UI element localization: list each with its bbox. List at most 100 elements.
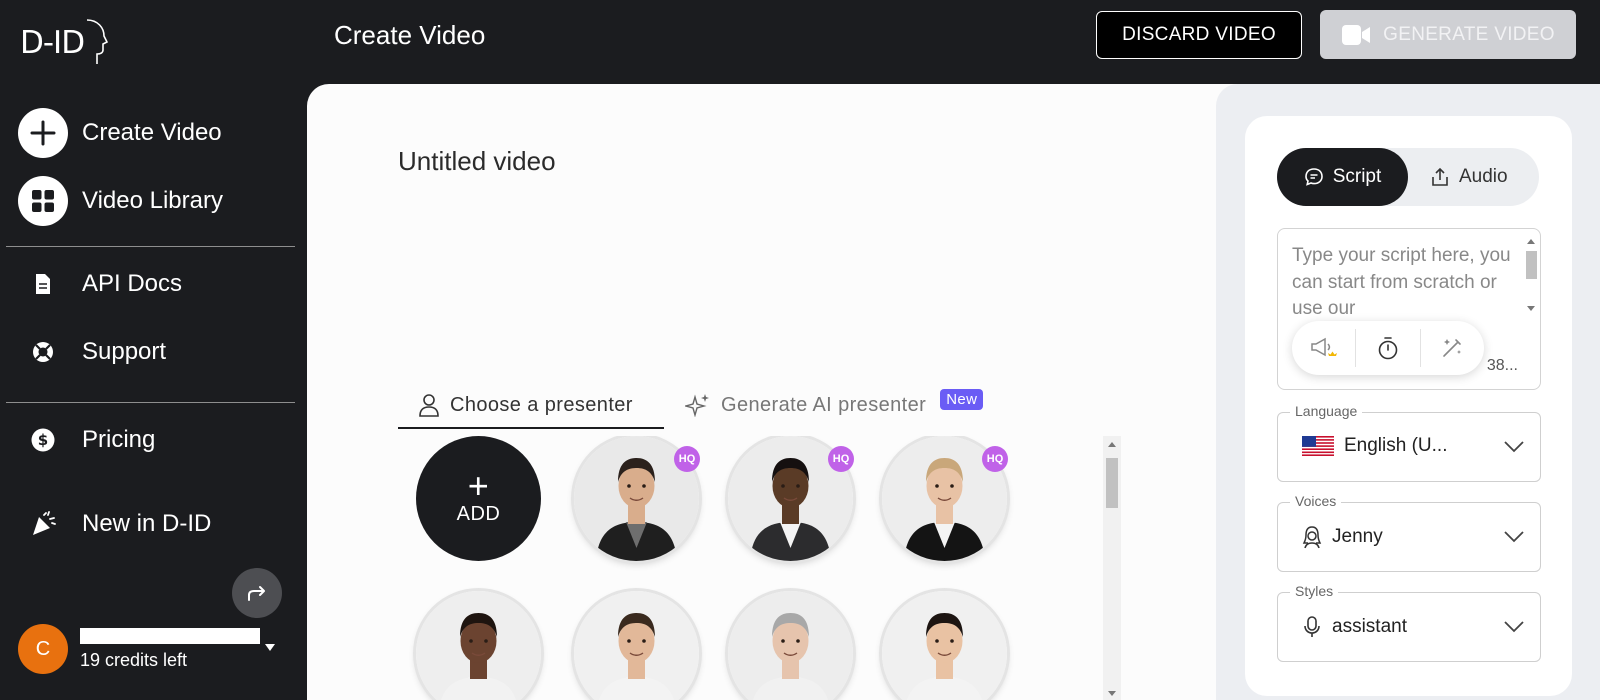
scroll-up-icon[interactable]: [1527, 239, 1535, 244]
sidebar-divider: [6, 402, 295, 403]
language-label: Language: [1290, 403, 1363, 419]
page-title: Create Video: [334, 20, 486, 50]
tab-choose-presenter[interactable]: Choose a presenter: [418, 389, 633, 421]
logo-text: D-ID: [20, 25, 85, 61]
presenter-avatar[interactable]: [574, 591, 699, 700]
scroll-down-icon[interactable]: [1108, 691, 1116, 696]
presenter-grid: + ADD HQ HQ HQ: [398, 436, 1118, 700]
hq-badge: HQ: [982, 446, 1008, 472]
tab-label: Choose a presenter: [450, 393, 633, 416]
chevron-down-icon[interactable]: [265, 644, 275, 651]
styles-value: assistant: [1302, 615, 1407, 639]
chat-bubble-icon: [1304, 168, 1323, 186]
microphone-icon: [1304, 616, 1320, 637]
script-placeholder: Type your script here, you can start fro…: [1292, 245, 1511, 319]
generate-video-button[interactable]: GENERATE VIDEO: [1320, 10, 1576, 59]
avatar: C: [18, 624, 68, 674]
sidebar-item-label: Pricing: [82, 426, 156, 453]
styles-label: Styles: [1290, 583, 1339, 599]
scroll-down-icon[interactable]: [1527, 306, 1535, 311]
video-camera-icon: [1342, 24, 1371, 45]
sidebar-item-new-in-did[interactable]: New in D-ID: [18, 510, 211, 538]
magic-wand-icon: [1443, 339, 1462, 357]
presenter-portrait: [416, 591, 541, 700]
tab-label: Generate AI presenter: [721, 393, 927, 416]
svg-text:$: $: [38, 431, 48, 449]
user-account[interactable]: C 19 credits left: [18, 624, 260, 674]
add-presenter-button[interactable]: + ADD: [416, 436, 541, 561]
chevron-down-icon: [1504, 621, 1524, 633]
dollar-icon: $: [18, 428, 68, 452]
head-profile-icon: [87, 19, 109, 64]
grid-icon: [18, 176, 68, 226]
script-audio-toggle: Script Audio: [1277, 148, 1539, 206]
styles-text: assistant: [1332, 616, 1407, 637]
voices-text: Jenny: [1332, 526, 1383, 547]
scroll-thumb[interactable]: [1106, 458, 1118, 508]
sidebar-item-video-library[interactable]: Video Library: [18, 176, 223, 226]
tab-audio[interactable]: Audio: [1430, 148, 1508, 206]
presenter-avatar[interactable]: [416, 591, 541, 700]
discard-video-button[interactable]: DISCARD VIDEO: [1096, 11, 1302, 59]
script-panel: Script Audio Type your script here, you …: [1245, 116, 1572, 696]
presenter-avatar[interactable]: [728, 591, 853, 700]
top-bar: D-ID Create Video DISCARD VIDEO GENERATE…: [0, 0, 1600, 84]
presenter-avatar[interactable]: [882, 591, 1007, 700]
sidebar-item-api-docs[interactable]: API Docs: [18, 270, 182, 298]
hq-badge: HQ: [828, 446, 854, 472]
scroll-thumb[interactable]: [1526, 251, 1537, 279]
sidebar-item-support[interactable]: Support: [18, 338, 166, 366]
sidebar-item-label: Support: [82, 338, 167, 365]
presenter-portrait: [574, 591, 699, 700]
new-badge: New: [940, 388, 984, 410]
person-icon: [419, 394, 439, 417]
us-flag-icon: [1302, 436, 1334, 456]
tab-generate-ai-presenter[interactable]: Generate AI presenter New: [685, 388, 984, 421]
party-popper-icon: [18, 511, 68, 537]
generate-video-label: GENERATE VIDEO: [1383, 23, 1555, 45]
presenter-portrait: [882, 591, 1007, 700]
credits-left: 19 credits left: [80, 649, 188, 670]
sidebar-item-create-video[interactable]: Create Video: [18, 108, 222, 158]
sidebar: Create Video Video Library API Docs Supp…: [0, 84, 307, 700]
ai-write-button[interactable]: [1421, 321, 1484, 375]
script-scrollbar[interactable]: [1524, 233, 1538, 313]
scroll-up-icon[interactable]: [1108, 442, 1116, 447]
pause-timer-button[interactable]: [1356, 321, 1419, 375]
sidebar-divider: [6, 246, 295, 247]
stopwatch-icon: [1378, 337, 1398, 360]
user-name-redacted: [80, 627, 260, 644]
plus-icon: +: [467, 465, 490, 506]
sidebar-item-label: Video Library: [82, 187, 223, 214]
megaphone-crown-icon: [1310, 337, 1337, 357]
script-textarea[interactable]: Type your script here, you can start fro…: [1277, 228, 1541, 390]
active-tab-indicator: [398, 427, 664, 429]
video-title[interactable]: Untitled video: [398, 146, 556, 177]
presenter-tabs: Choose a presenter Generate AI presenter…: [398, 388, 998, 429]
presenter-scrollbar[interactable]: [1103, 436, 1121, 700]
redo-button[interactable]: [232, 568, 282, 618]
plus-icon: [18, 108, 68, 158]
sidebar-item-label: New in D-ID: [82, 510, 212, 537]
voices-value: Jenny: [1302, 525, 1383, 549]
voices-select[interactable]: Voices Jenny: [1277, 493, 1541, 572]
voices-label: Voices: [1290, 493, 1342, 509]
female-avatar-icon: [1302, 526, 1322, 549]
add-label: ADD: [456, 503, 501, 525]
styles-select[interactable]: Styles assistant: [1277, 583, 1541, 662]
sparkle-icon: [685, 394, 709, 417]
language-select[interactable]: Language English (U...: [1277, 403, 1541, 482]
chevron-down-icon: [1504, 441, 1524, 453]
sidebar-item-pricing[interactable]: $ Pricing: [18, 426, 155, 454]
did-logo[interactable]: D-ID: [20, 18, 109, 68]
sidebar-item-label: API Docs: [82, 270, 183, 297]
character-count: 38...: [1486, 357, 1518, 374]
tab-label: Audio: [1459, 166, 1508, 187]
chevron-down-icon: [1504, 531, 1524, 543]
voice-emphasis-button[interactable]: [1292, 321, 1355, 375]
tab-script[interactable]: Script: [1277, 148, 1408, 206]
upload-icon: [1432, 167, 1448, 186]
lifebuoy-icon: [18, 341, 68, 363]
script-tools: [1292, 321, 1484, 375]
tab-label: Script: [1332, 166, 1382, 187]
